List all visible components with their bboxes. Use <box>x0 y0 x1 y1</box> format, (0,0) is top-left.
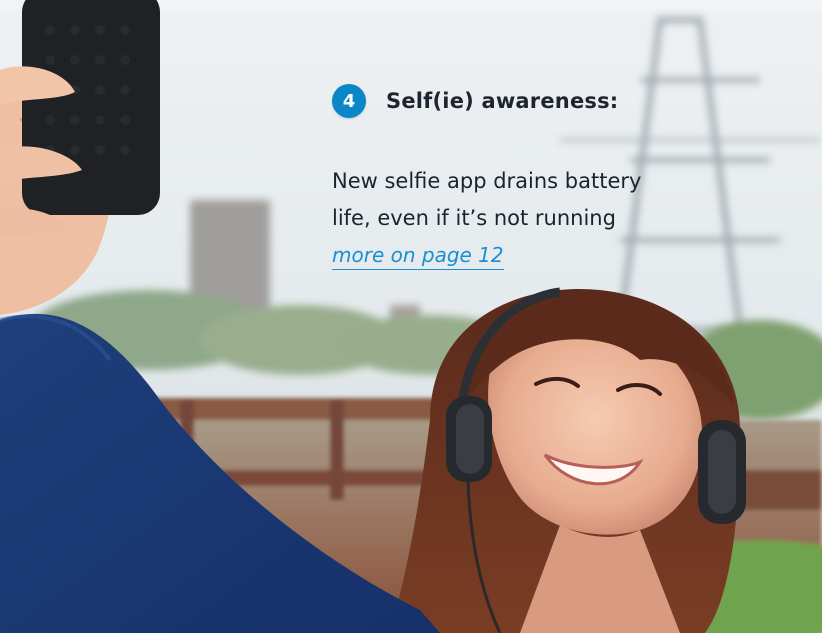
feature-body-line: New selfie app drains battery <box>332 169 642 193</box>
feature-heading: 4 Self(ie) awareness: <box>332 84 772 118</box>
feature-number-badge: 4 <box>332 84 366 118</box>
more-on-page-link[interactable]: more on page 12 <box>332 242 504 270</box>
feature-body-line: life, even if it’s not running <box>332 206 616 230</box>
feature-callout: 4 Self(ie) awareness: New selfie app dra… <box>332 84 772 274</box>
feature-body: New selfie app drains battery life, even… <box>332 163 772 274</box>
feature-title: Self(ie) awareness: <box>386 89 619 113</box>
feature-number: 4 <box>342 90 356 112</box>
ad-panel: 4 Self(ie) awareness: New selfie app dra… <box>0 0 822 633</box>
